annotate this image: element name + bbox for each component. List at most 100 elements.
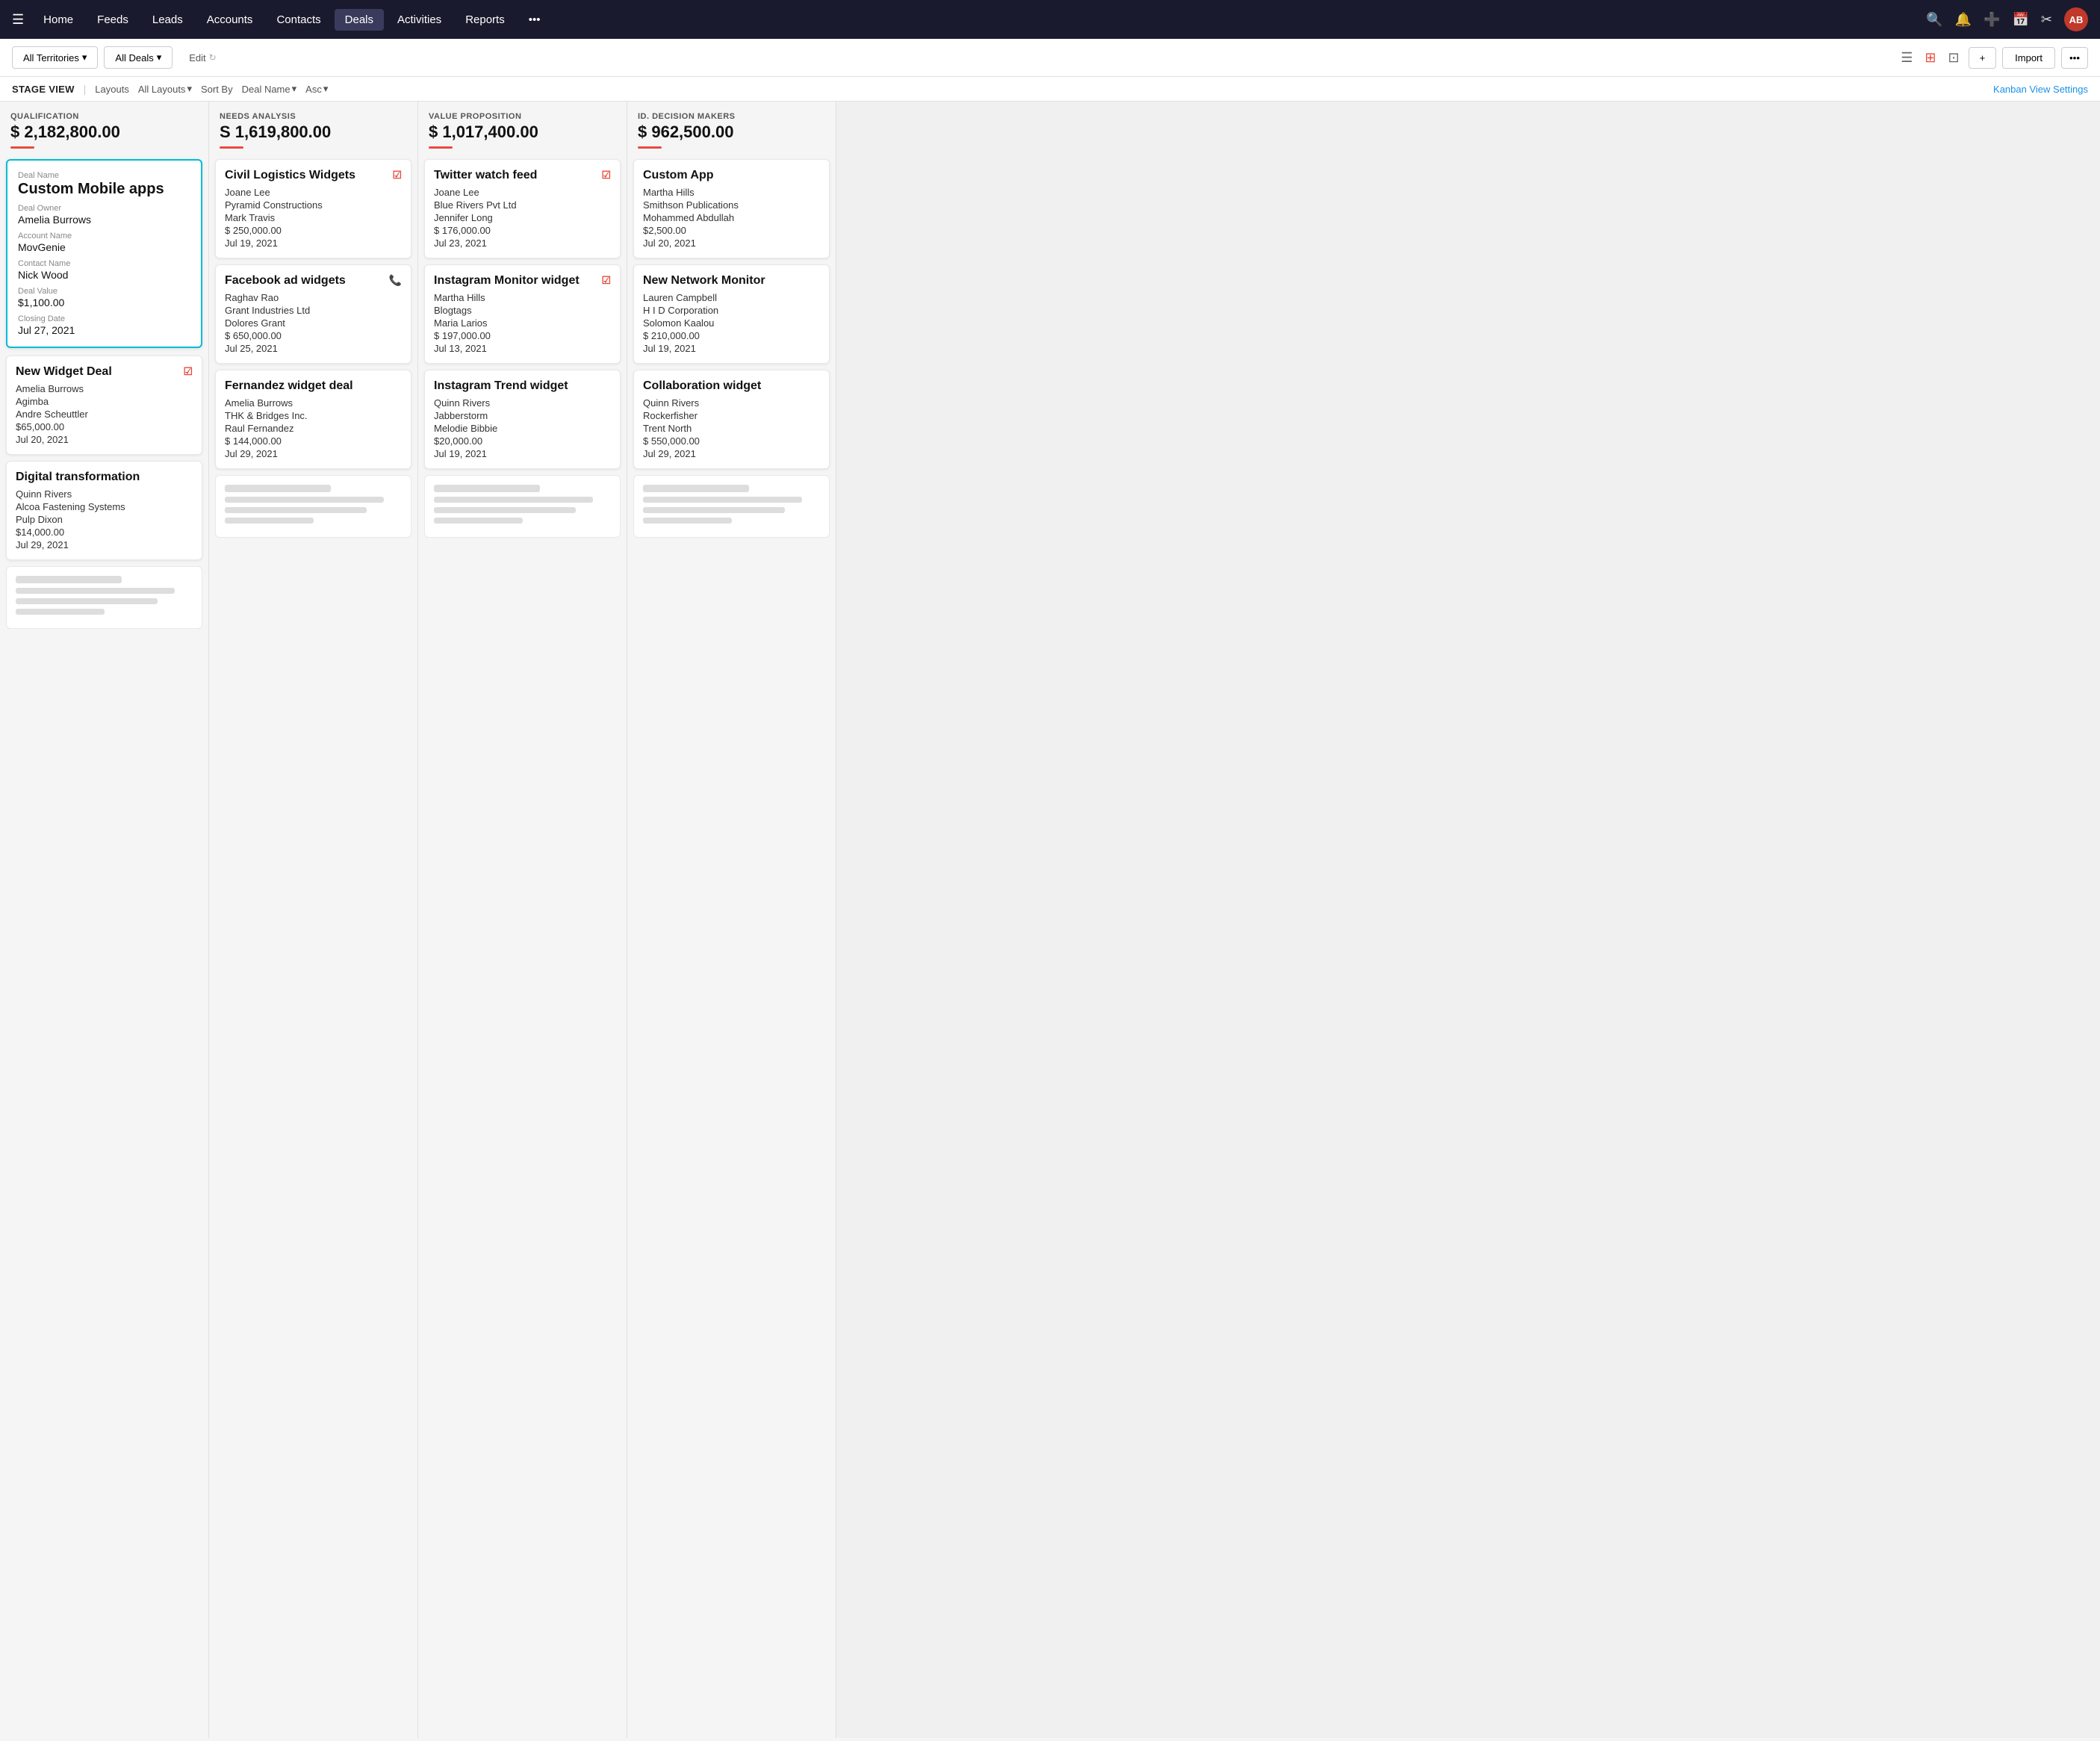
col-underline [429, 146, 453, 149]
deal-card-instagram-trend[interactable]: Instagram Trend widget Quinn Rivers Jabb… [424, 370, 621, 469]
closing-date-value: Jul 27, 2021 [18, 324, 190, 336]
col-cards-value-proposition: Twitter watch feed ☑ Joane Lee Blue Rive… [418, 156, 627, 1738]
card-title: New Network Monitor [643, 274, 820, 288]
kanban-view-icon[interactable]: ⊞ [1922, 47, 1939, 69]
col-stage-name: ID. DECISION MAKERS [638, 112, 825, 121]
skeleton-card [215, 475, 411, 538]
card-date: Jul 29, 2021 [643, 448, 820, 459]
card-company: Blue Rivers Pvt Ltd [434, 199, 611, 211]
card-amount: $ 550,000.00 [643, 435, 820, 447]
nav-leads[interactable]: Leads [142, 9, 193, 31]
layouts-link[interactable]: Layouts [95, 84, 129, 95]
sort-field-dropdown[interactable]: Deal Name▾ [242, 83, 297, 95]
edit-icon[interactable]: ☑ [183, 365, 193, 378]
card-title-text: Twitter watch feed [434, 169, 598, 182]
col-amount: $ 2,182,800.00 [10, 122, 198, 142]
card-amount: $20,000.00 [434, 435, 611, 447]
card-date: Jul 19, 2021 [434, 448, 611, 459]
deal-card-instagram-monitor[interactable]: Instagram Monitor widget ☑ Martha Hills … [424, 264, 621, 364]
card-company: Agimba [16, 396, 193, 407]
contact-name-label: Contact Name [18, 259, 190, 268]
card-date: Jul 29, 2021 [16, 539, 193, 550]
phone-icon[interactable]: 📞 [389, 274, 402, 287]
edit-button[interactable]: Edit ↻ [178, 48, 226, 68]
col-amount: $ 1,017,400.00 [429, 122, 616, 142]
skeleton-card [633, 475, 830, 538]
import-button[interactable]: Import [2002, 47, 2055, 69]
col-underline [638, 146, 662, 149]
card-title-text: Civil Logistics Widgets [225, 169, 389, 182]
nav-deals[interactable]: Deals [335, 9, 384, 31]
card-title: Civil Logistics Widgets ☑ [225, 169, 402, 182]
deal-card-custom-app[interactable]: Custom App Martha Hills Smithson Publica… [633, 159, 830, 258]
territory-dropdown[interactable]: All Territories ▾ [12, 46, 98, 69]
card-title-text: Collaboration widget [643, 379, 820, 393]
nav-feeds[interactable]: Feeds [87, 9, 139, 31]
deal-name-value: Custom Mobile apps [18, 181, 190, 198]
card-contact: Mohammed Abdullah [643, 212, 820, 223]
closing-date-label: Closing Date [18, 314, 190, 323]
more-options-button[interactable]: ••• [2061, 47, 2088, 69]
nav-home[interactable]: Home [33, 9, 84, 31]
card-amount: $ 650,000.00 [225, 330, 402, 341]
deal-card-digital-transformation[interactable]: Digital transformation Quinn Rivers Alco… [6, 461, 202, 560]
sort-dir-dropdown[interactable]: Asc▾ [305, 83, 328, 95]
card-amount: $ 144,000.00 [225, 435, 402, 447]
card-amount: $ 197,000.00 [434, 330, 611, 341]
deal-card-new-network-monitor[interactable]: New Network Monitor Lauren Campbell H I … [633, 264, 830, 364]
kanban-board: QUALIFICATION $ 2,182,800.00 Deal Name C… [0, 102, 2100, 1738]
add-icon[interactable]: ➕ [1983, 12, 2000, 28]
nav-contacts[interactable]: Contacts [266, 9, 331, 31]
deal-card-civil-logistics[interactable]: Civil Logistics Widgets ☑ Joane Lee Pyra… [215, 159, 411, 258]
stage-toolbar: STAGE VIEW | Layouts All Layouts▾ Sort B… [0, 77, 2100, 102]
card-contact: Maria Larios [434, 317, 611, 329]
card-title-text: Instagram Monitor widget [434, 274, 598, 288]
deal-card-collaboration-widget[interactable]: Collaboration widget Quinn Rivers Rocker… [633, 370, 830, 469]
hamburger-icon[interactable]: ☰ [12, 12, 24, 28]
edit-icon[interactable]: ☑ [601, 274, 611, 287]
deals-dropdown[interactable]: All Deals ▾ [104, 46, 173, 69]
deal-card-twitter-watch[interactable]: Twitter watch feed ☑ Joane Lee Blue Rive… [424, 159, 621, 258]
card-company: Blogtags [434, 305, 611, 316]
navbar: ☰ Home Feeds Leads Accounts Contacts Dea… [0, 0, 2100, 39]
card-company: Grant Industries Ltd [225, 305, 402, 316]
nav-more[interactable]: ••• [518, 9, 551, 31]
card-title-text: Custom App [643, 169, 820, 182]
card-amount: $14,000.00 [16, 527, 193, 538]
list-view-icon[interactable]: ☰ [1898, 47, 1916, 69]
card-title-text: New Widget Deal [16, 365, 180, 379]
all-layouts-dropdown[interactable]: All Layouts▾ [138, 83, 192, 95]
tools-icon[interactable]: ✂ [2041, 12, 2052, 28]
add-button[interactable]: + [1969, 47, 1997, 69]
col-stage-name: NEEDS ANALYSIS [220, 112, 407, 121]
deal-card-facebook-ad[interactable]: Facebook ad widgets 📞 Raghav Rao Grant I… [215, 264, 411, 364]
nav-accounts[interactable]: Accounts [196, 9, 264, 31]
nav-reports[interactable]: Reports [455, 9, 515, 31]
card-date: Jul 20, 2021 [643, 238, 820, 249]
card-date: Jul 19, 2021 [225, 238, 402, 249]
card-date: Jul 13, 2021 [434, 343, 611, 354]
card-contact: Dolores Grant [225, 317, 402, 329]
card-date: Jul 19, 2021 [643, 343, 820, 354]
card-title: Collaboration widget [643, 379, 820, 393]
nav-activities[interactable]: Activities [387, 9, 452, 31]
card-contact: Andre Scheuttler [16, 409, 193, 420]
deal-owner-value: Amelia Burrows [18, 214, 190, 226]
avatar[interactable]: AB [2064, 7, 2088, 31]
card-title: Digital transformation [16, 471, 193, 484]
deal-card-new-widget-deal[interactable]: New Widget Deal ☑ Amelia Burrows Agimba … [6, 356, 202, 455]
deal-card-custom-mobile[interactable]: Deal Name Custom Mobile apps Deal Owner … [6, 159, 202, 348]
account-name-value: MovGenie [18, 241, 190, 253]
card-amount: $ 250,000.00 [225, 225, 402, 236]
card-contact: Trent North [643, 423, 820, 434]
col-cards-needs-analysis: Civil Logistics Widgets ☑ Joane Lee Pyra… [209, 156, 417, 1738]
notification-icon[interactable]: 🔔 [1955, 12, 1972, 28]
kanban-settings-link[interactable]: Kanban View Settings [1993, 84, 2088, 95]
edit-icon[interactable]: ☑ [601, 169, 611, 181]
calendar-icon[interactable]: 📅 [2012, 12, 2028, 28]
card-company: H I D Corporation [643, 305, 820, 316]
search-icon[interactable]: 🔍 [1926, 12, 1942, 28]
filter-icon[interactable]: ⊡ [1945, 47, 1962, 69]
deal-card-fernandez-widget[interactable]: Fernandez widget deal Amelia Burrows THK… [215, 370, 411, 469]
edit-icon[interactable]: ☑ [392, 169, 402, 181]
